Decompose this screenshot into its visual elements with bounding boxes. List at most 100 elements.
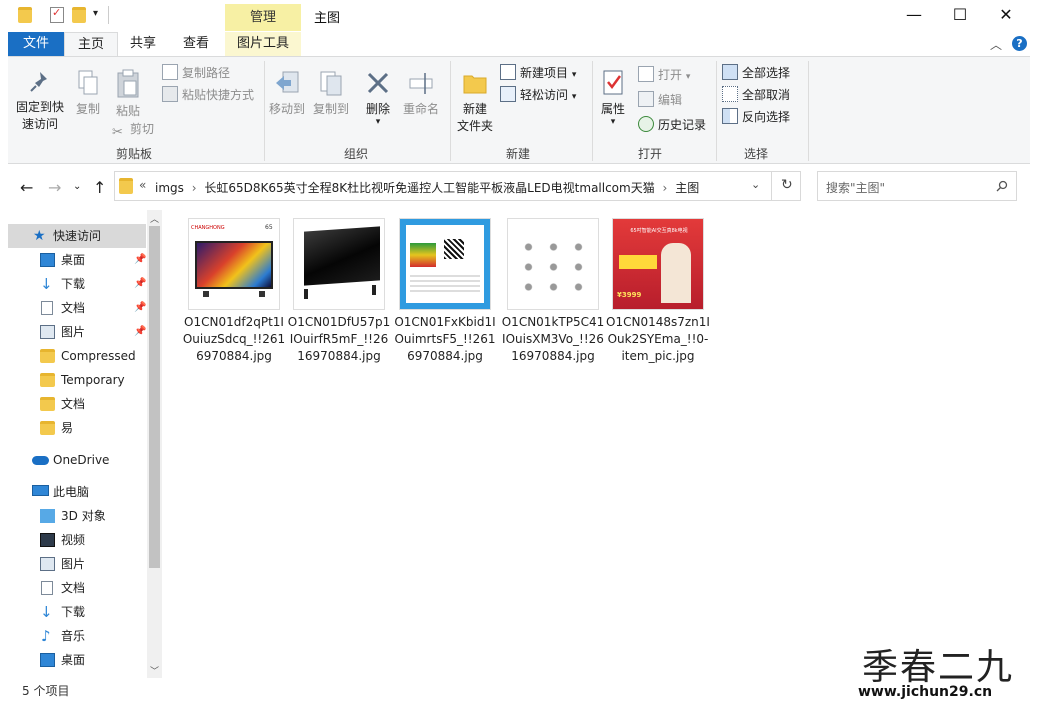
file-item[interactable]: 65吋智能AI交互真8k电视 ¥3999 O1CN0148s7zn1IOuk2S… <box>606 218 710 365</box>
file-item[interactable]: CHANGHONG 65 O1CN01df2qPt1IOuiuzSdcq_!!2… <box>182 218 286 365</box>
tab-view[interactable]: 查看 <box>172 32 220 56</box>
cut-button[interactable]: ✂ 剪切 <box>112 119 155 140</box>
music-note-icon: ♪ <box>41 627 51 645</box>
history-icon <box>638 116 654 132</box>
nav-pc-documents[interactable]: 文档 <box>8 576 146 600</box>
properties-dropdown-icon[interactable]: ▾ <box>596 118 630 127</box>
pin-quick-access-button[interactable]: 固定到快 速访问 <box>12 69 68 133</box>
nav-3d-objects[interactable]: 3D 对象 <box>8 504 146 528</box>
copy-button[interactable]: 复制 <box>70 69 106 118</box>
open-button[interactable]: 打开 ▾ <box>638 65 690 85</box>
easy-access-button[interactable]: 轻松访问 ▾ <box>500 85 576 105</box>
nav-this-pc-label: 此电脑 <box>53 485 90 499</box>
group-divider <box>592 61 593 161</box>
breadcrumb-separator-icon[interactable]: › <box>663 181 668 195</box>
nav-this-pc[interactable]: 此电脑 <box>8 480 146 504</box>
scroll-up-icon[interactable]: ︿ <box>150 212 159 225</box>
pin-icon[interactable]: 📌 <box>134 248 146 272</box>
nav-yi-folder-label: 易 <box>61 421 74 435</box>
nav-compressed[interactable]: Compressed <box>8 344 146 368</box>
nav-pc-pictures[interactable]: 图片 <box>8 552 146 576</box>
pin-icon[interactable]: 📌 <box>134 272 146 296</box>
copy-path-button[interactable]: 复制路径 <box>162 63 230 83</box>
new-folder-icon[interactable] <box>72 7 86 23</box>
new-item-button[interactable]: 新建项目 ▾ <box>500 63 576 83</box>
properties-check-icon[interactable]: ✓ <box>50 6 64 23</box>
help-icon[interactable]: ? <box>1012 36 1027 51</box>
pin-icon[interactable]: 📌 <box>134 320 146 344</box>
back-arrow-icon[interactable]: ← <box>20 178 33 197</box>
scroll-thumb[interactable] <box>149 226 160 568</box>
properties-button[interactable]: 属性 ▾ <box>596 69 630 127</box>
paste-shortcut-button[interactable]: 粘贴快捷方式 <box>162 85 254 105</box>
address-bar[interactable]: « imgs › 长虹65D8K65英寸全程8K杜比视听免遥控人工智能平板液晶L… <box>114 171 801 201</box>
qat-divider <box>108 6 109 24</box>
search-input[interactable]: 搜索"主图" <box>826 179 885 196</box>
edit-button[interactable]: 编辑 <box>638 90 682 110</box>
pin-icon[interactable]: 📌 <box>134 296 146 320</box>
nav-onedrive[interactable]: OneDrive <box>8 448 146 472</box>
nav-videos[interactable]: 视频 <box>8 528 146 552</box>
edit-icon <box>638 91 654 107</box>
service-icons-grid <box>516 237 592 297</box>
breadcrumb-separator-icon[interactable]: › <box>192 181 197 195</box>
nav-pictures[interactable]: 图片 📌 <box>8 320 146 344</box>
address-dropdown-icon[interactable]: ⌄ <box>751 178 760 191</box>
rename-button[interactable]: 重命名 <box>400 69 442 118</box>
copy-to-button[interactable]: 复制到 <box>310 69 352 118</box>
nav-scrollbar[interactable]: ︿ ﹀ <box>147 210 162 678</box>
delete-dropdown-icon[interactable]: ▾ <box>360 118 396 127</box>
nav-documents-label: 文档 <box>61 301 86 315</box>
tab-home[interactable]: 主页 <box>64 32 118 57</box>
delete-button[interactable]: 删除 ▾ <box>360 69 396 127</box>
move-to-button[interactable]: 移动到 <box>266 69 308 118</box>
nav-quick-access[interactable]: ★ 快速访问 <box>8 224 146 248</box>
minimize-button[interactable]: — <box>891 0 937 30</box>
collapse-ribbon-icon[interactable]: ︿ <box>990 36 1002 53</box>
promo-badge <box>619 255 657 269</box>
nav-documents[interactable]: 文档 📌 <box>8 296 146 320</box>
scroll-down-icon[interactable]: ﹀ <box>150 664 159 677</box>
qat-dropdown-icon[interactable]: ▾ <box>93 8 98 19</box>
clipboard-group-label: 剪贴板 <box>115 147 152 161</box>
nav-desktop[interactable]: 桌面 📌 <box>8 248 146 272</box>
search-icon[interactable] <box>996 180 1008 192</box>
refresh-icon[interactable]: ↻ <box>781 177 793 193</box>
scissors-icon: ✂ <box>112 125 123 140</box>
nav-pc-downloads[interactable]: ↓ 下载 <box>8 600 146 624</box>
cut-label: 剪切 <box>130 122 155 136</box>
nav-music[interactable]: ♪ 音乐 <box>8 624 146 648</box>
close-button[interactable]: ✕ <box>983 0 1029 30</box>
tab-share[interactable]: 共享 <box>120 32 166 56</box>
file-item[interactable]: O1CN01kTP5C41IOuisXM3Vo_!!2616970884.jpg <box>501 218 605 365</box>
maximize-button[interactable]: ☐ <box>937 0 983 30</box>
tab-picture-tools[interactable]: 图片工具 <box>225 32 301 56</box>
promo-price: ¥3999 <box>617 291 642 299</box>
paste-button[interactable]: 粘贴 <box>110 69 146 120</box>
breadcrumb-overflow-icon[interactable]: « <box>139 178 146 192</box>
breadcrumb-product-folder[interactable]: 长虹65D8K65英寸全程8K杜比视听免遥控人工智能平板液晶LED电视tmall… <box>204 181 654 195</box>
breadcrumb-imgs[interactable]: imgs <box>155 181 184 195</box>
file-name: O1CN01FxKbid1IOuimrtsF5_!!2616970884.jpg <box>394 315 496 363</box>
nav-docs-folder[interactable]: 文档 <box>8 392 146 416</box>
nav-pc-desktop[interactable]: 桌面 <box>8 648 146 672</box>
nav-yi-folder[interactable]: 易 <box>8 416 146 440</box>
thumb-size: 65 <box>265 224 273 231</box>
select-none-button[interactable]: 全部取消 <box>722 85 790 105</box>
forward-arrow-icon[interactable]: → <box>48 178 61 197</box>
history-button[interactable]: 历史记录 <box>638 115 706 135</box>
breadcrumb-current[interactable]: 主图 <box>675 181 699 195</box>
tab-manage[interactable]: 管理 <box>225 4 301 31</box>
invert-selection-button[interactable]: 反向选择 <box>722 107 790 127</box>
search-box[interactable]: 搜索"主图" <box>817 171 1017 201</box>
nav-downloads[interactable]: ↓ 下载 📌 <box>8 272 146 296</box>
nav-temporary[interactable]: Temporary <box>8 368 146 392</box>
new-folder-button[interactable]: 新建 文件夹 <box>454 69 496 135</box>
tab-file[interactable]: 文件 <box>8 32 64 56</box>
select-all-button[interactable]: 全部选择 <box>722 63 790 83</box>
file-item[interactable]: O1CN01FxKbid1IOuimrtsF5_!!2616970884.jpg <box>393 218 497 365</box>
up-arrow-icon[interactable]: ↑ <box>93 178 106 197</box>
file-item[interactable]: O1CN01DfU57p1IOuirfR5mF_!!2616970884.jpg <box>287 218 391 365</box>
rename-label: 重命名 <box>402 102 439 116</box>
recent-locations-icon[interactable]: ⌄ <box>73 181 81 192</box>
